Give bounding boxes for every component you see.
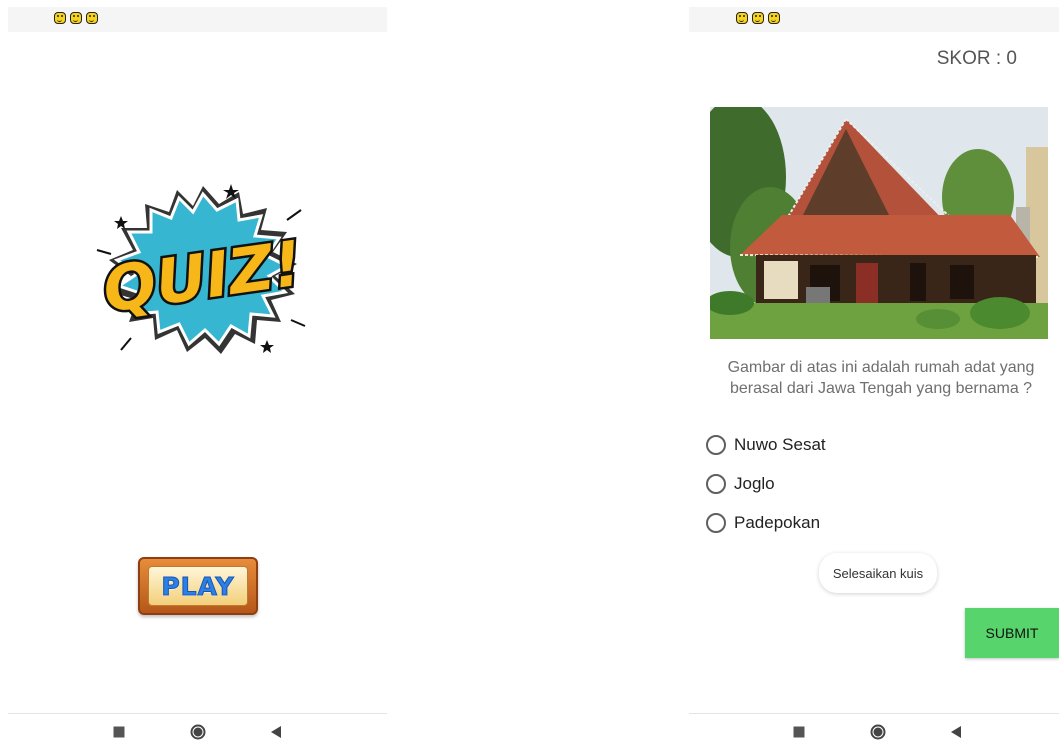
home-circle-icon[interactable] [870, 724, 886, 740]
status-bar [689, 7, 1059, 32]
option-label[interactable]: Nuwo Sesat [734, 435, 826, 455]
question-text: Gambar di atas ini adalah rumah adat yan… [727, 359, 1035, 397]
option-radio[interactable]: Joglo [706, 472, 775, 496]
status-icons [736, 12, 780, 24]
play-button[interactable]: PLAY [138, 557, 258, 615]
toast-message: Selesaikan kuis [819, 553, 937, 593]
home-circle-icon[interactable] [190, 724, 206, 740]
smiley-icon [768, 12, 780, 24]
smiley-icon [86, 12, 98, 24]
status-bar [8, 7, 387, 32]
option-radio[interactable]: Nuwo Sesat [706, 433, 826, 457]
status-icons [54, 12, 98, 24]
smiley-icon [70, 12, 82, 24]
submit-button[interactable]: SUBMIT [965, 608, 1059, 658]
recents-square-icon[interactable] [113, 726, 125, 738]
start-screen: QUIZ! PLAY [8, 0, 387, 747]
radio-button-icon[interactable] [706, 474, 726, 494]
back-triangle-icon[interactable] [271, 726, 281, 738]
option-radio[interactable]: Padepokan [706, 511, 820, 535]
smiley-icon [54, 12, 66, 24]
navigation-bar [689, 713, 1059, 748]
quiz-logo: QUIZ! [91, 180, 315, 360]
navigation-bar [8, 713, 387, 748]
play-button-label[interactable]: PLAY [161, 571, 234, 601]
recents-square-icon[interactable] [793, 726, 805, 738]
score-label: SKOR : 0 [936, 48, 1017, 69]
traditional-house-image [710, 107, 1048, 339]
option-label[interactable]: Joglo [734, 474, 775, 494]
smiley-icon [752, 12, 764, 24]
back-triangle-icon[interactable] [951, 726, 961, 738]
smiley-icon [736, 12, 748, 24]
radio-button-icon[interactable] [706, 513, 726, 533]
quiz-screen: SKOR : 0 Gambar di atas ini adalah rumah… [689, 0, 1059, 747]
option-label[interactable]: Padepokan [734, 513, 820, 533]
play-button-face[interactable]: PLAY [148, 566, 248, 606]
radio-button-icon[interactable] [706, 435, 726, 455]
